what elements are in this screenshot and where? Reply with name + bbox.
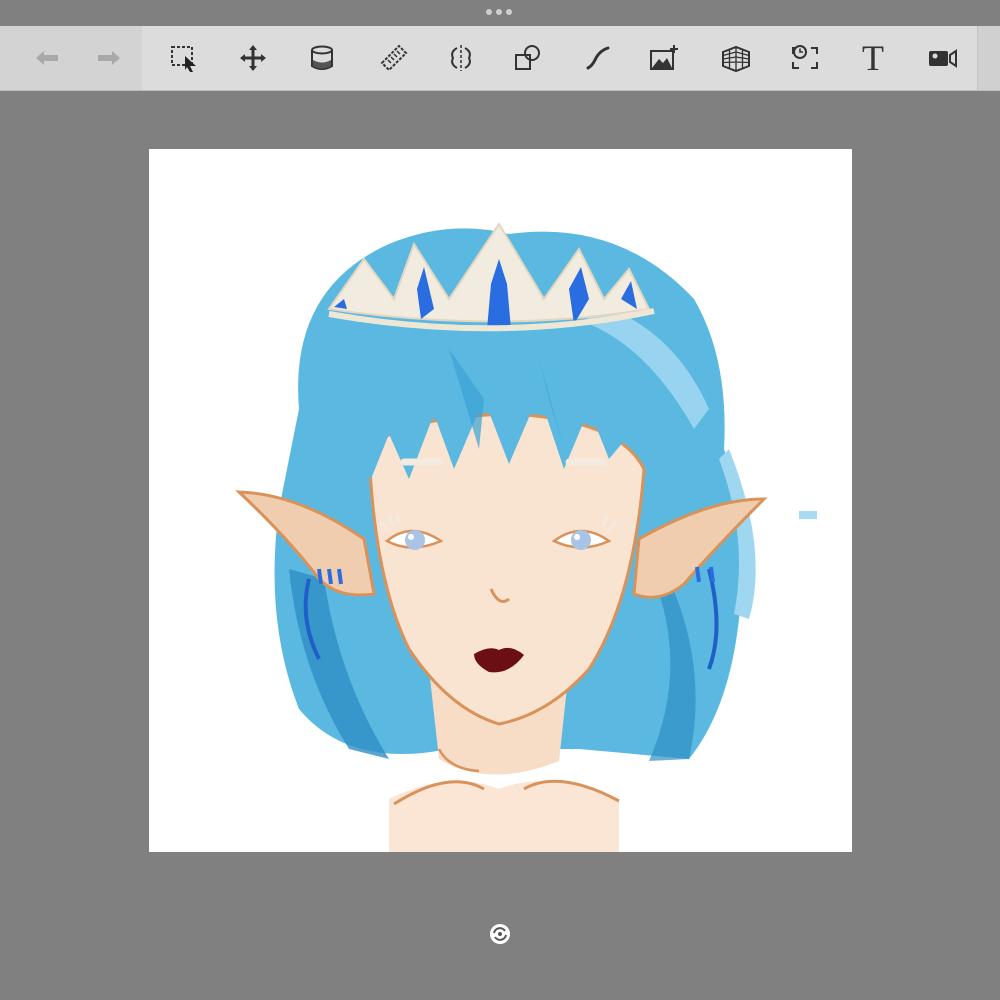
elf-girl-portrait-icon bbox=[235, 222, 817, 852]
symmetry-icon[interactable] bbox=[443, 40, 479, 76]
timelapse-icon[interactable] bbox=[787, 40, 823, 76]
drawing-canvas[interactable] bbox=[149, 149, 852, 852]
window-options-icon[interactable] bbox=[486, 9, 512, 15]
canvas-rotate-icon[interactable] bbox=[489, 923, 511, 945]
perspective-guide-icon[interactable] bbox=[718, 40, 754, 76]
shapes-icon[interactable] bbox=[510, 40, 546, 76]
undo-icon[interactable] bbox=[30, 40, 66, 76]
toolbar-overflow-edge[interactable] bbox=[977, 26, 1000, 90]
fill-bucket-icon[interactable] bbox=[304, 40, 340, 76]
redo-icon[interactable] bbox=[90, 40, 126, 76]
record-video-icon[interactable] bbox=[924, 40, 960, 76]
selection-icon[interactable] bbox=[166, 40, 202, 76]
text-tool-glyph: T bbox=[862, 38, 884, 78]
top-toolbar: T bbox=[0, 26, 1000, 91]
text-icon[interactable]: T bbox=[855, 40, 891, 76]
insert-image-icon[interactable] bbox=[646, 40, 682, 76]
curve-icon[interactable] bbox=[580, 40, 616, 76]
transform-icon[interactable] bbox=[235, 40, 271, 76]
ruler-icon[interactable] bbox=[376, 40, 412, 76]
